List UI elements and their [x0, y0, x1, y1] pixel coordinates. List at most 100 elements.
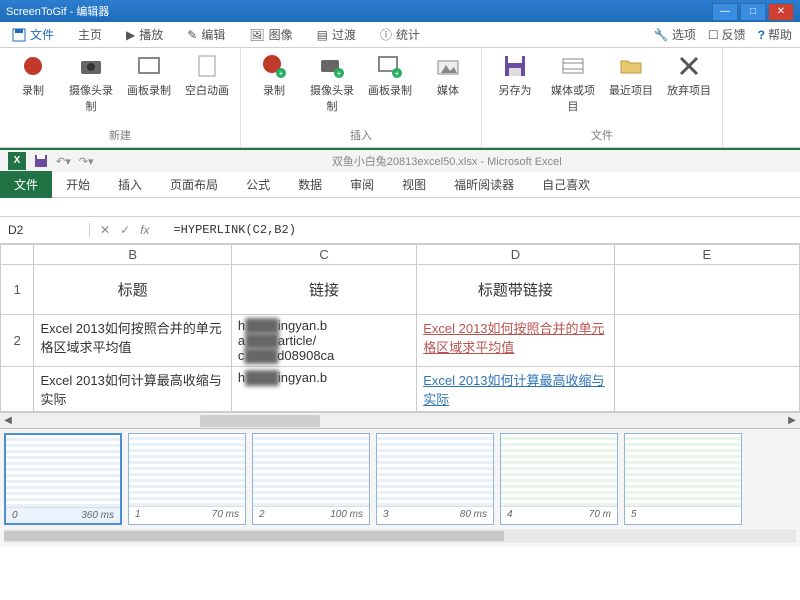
blank-anim-button[interactable]: 空白动画 [182, 52, 232, 114]
scroll-left-icon[interactable]: ◀ [0, 413, 16, 429]
board-plus-icon: + [377, 53, 403, 79]
excel-tab-home[interactable]: 开始 [52, 171, 104, 198]
discard-button[interactable]: 放弃项目 [664, 52, 714, 114]
help-button[interactable]: ? 帮助 [758, 26, 792, 43]
tab-file[interactable]: 文件 [0, 22, 66, 47]
cell-B2[interactable]: Excel 2013如何按照合并的单元格区域求平均值 [34, 315, 231, 367]
scroll-thumb[interactable] [200, 415, 320, 427]
cell-C1[interactable]: 链接 [231, 265, 416, 315]
frame-index: 4 [507, 509, 513, 520]
record-icon [20, 53, 46, 79]
row-header-2[interactable]: 2 [1, 315, 34, 367]
cell-E1[interactable] [614, 265, 799, 315]
horizontal-scrollbar[interactable]: ◀ ▶ [0, 412, 800, 428]
excel-tab-formula[interactable]: 公式 [232, 171, 284, 198]
filmstrip-icon [560, 53, 586, 79]
tab-home[interactable]: 主页 [66, 22, 114, 47]
row-header-3[interactable] [1, 367, 34, 412]
tab-stats[interactable]: ⓘ 统计 [368, 22, 432, 47]
tab-transition[interactable]: ▤ 过渡 [305, 22, 368, 47]
frame-item[interactable]: 170 ms [128, 433, 246, 525]
excel-tab-data[interactable]: 数据 [284, 171, 336, 198]
qat-redo-icon[interactable]: ↷▾ [79, 155, 94, 168]
cell-D1[interactable]: 标题带链接 [417, 265, 614, 315]
col-header-C[interactable]: C [231, 245, 416, 265]
feedback-button[interactable]: ☐ 反馈 [708, 26, 746, 43]
window-titlebar: ScreenToGif - 编辑器 — □ ✕ [0, 0, 800, 22]
qat-undo-icon[interactable]: ↶▾ [56, 155, 71, 168]
formula-input[interactable]: =HYPERLINK(C2,B2) [167, 223, 800, 237]
tab-image[interactable]: 🖼 图像 [237, 22, 304, 47]
gif-tabbar: 文件 主页 ▶ 播放 ✎ 编辑 🖼 图像 ▤ 过渡 ⓘ 统计 🔧 选项 ☐ 反馈… [0, 22, 800, 48]
webcam-record-button[interactable]: 摄像头录制 [66, 52, 116, 114]
frame-item[interactable]: 4 70 m [500, 433, 618, 525]
corner-cell[interactable] [1, 245, 34, 265]
scroll-right-icon[interactable]: ▶ [784, 413, 800, 429]
excel-tab-insert[interactable]: 插入 [104, 171, 156, 198]
ribbon-group-new: 录制 摄像头录制 画板录制 空白动画 新建 [0, 48, 241, 147]
frame-index: 0 [12, 510, 18, 521]
frame-duration: 100 ms [330, 509, 363, 520]
excel-tab-custom[interactable]: 自己喜欢 [528, 171, 604, 198]
mediaproj-button[interactable]: 媒体或项目 [548, 52, 598, 114]
row-header-1[interactable]: 1 [1, 265, 34, 315]
insert-media-button[interactable]: 媒体 [423, 52, 473, 114]
cell-E2[interactable] [614, 315, 799, 367]
excel-tab-foxit[interactable]: 福昕阅读器 [440, 171, 528, 198]
frame-item[interactable]: 5 [624, 433, 742, 525]
cell-E3[interactable] [614, 367, 799, 412]
col-header-B[interactable]: B [34, 245, 231, 265]
close-button[interactable]: ✕ [768, 3, 794, 21]
x-icon [676, 53, 702, 79]
frame-duration: 70 ms [212, 509, 239, 520]
frame-item[interactable]: 2100 ms [252, 433, 370, 525]
window-subtitle: 编辑器 [76, 6, 109, 18]
cell-D2[interactable]: Excel 2013如何按照合并的单元格区域求平均值 [417, 315, 614, 367]
maximize-button[interactable]: □ [740, 3, 766, 21]
frame-item[interactable]: 380 ms [376, 433, 494, 525]
ribbon-group-file: 另存为 媒体或项目 最近项目 放弃项目 文件 [482, 48, 723, 147]
col-header-E[interactable]: E [614, 245, 799, 265]
hyperlink[interactable]: Excel 2013如何按照合并的单元格区域求平均值 [423, 321, 604, 355]
cell-B1[interactable]: 标题 [34, 265, 231, 315]
fx-icon[interactable]: fx [140, 223, 157, 237]
name-box[interactable]: D2 [0, 223, 90, 237]
timeline-thumb[interactable] [4, 531, 504, 541]
frame-duration: 70 m [589, 509, 611, 520]
record-plus-icon: + [261, 53, 287, 79]
recent-button[interactable]: 最近项目 [606, 52, 656, 114]
excel-tab-review[interactable]: 审阅 [336, 171, 388, 198]
excel-tab-layout[interactable]: 页面布局 [156, 171, 232, 198]
saveas-button[interactable]: 另存为 [490, 52, 540, 114]
options-button[interactable]: 🔧 选项 [654, 26, 696, 43]
frame-duration: 80 ms [460, 509, 487, 520]
board-record-button[interactable]: 画板录制 [124, 52, 174, 114]
minimize-button[interactable]: — [712, 3, 738, 21]
frame-item[interactable]: 0360 ms [4, 433, 122, 525]
cell-C3[interactable]: h████ingyan.b [231, 367, 416, 412]
cell-B3[interactable]: Excel 2013如何计算最高收缩与实际 [34, 367, 231, 412]
cancel-formula-icon[interactable]: ✕ [100, 223, 110, 237]
spreadsheet[interactable]: B C D E 1 标题 链接 标题带链接 2 Excel 2013如何按照合并… [0, 244, 800, 412]
frame-thumbnail [253, 434, 369, 506]
qat-save-icon[interactable] [34, 154, 48, 168]
col-header-D[interactable]: D [417, 245, 614, 265]
record-button[interactable]: 录制 [8, 52, 58, 114]
excel-tab-view[interactable]: 视图 [388, 171, 440, 198]
insert-webcam-button[interactable]: +摄像头录制 [307, 52, 357, 114]
timeline-scrollbar[interactable] [4, 529, 796, 543]
accept-formula-icon[interactable]: ✓ [120, 223, 130, 237]
insert-board-button[interactable]: +画板录制 [365, 52, 415, 114]
frame-thumbnail [501, 434, 617, 506]
frame-index: 5 [631, 509, 637, 520]
board-icon [136, 53, 162, 79]
cell-C2[interactable]: h████ingyan.b a████article/ c████d08908c… [231, 315, 416, 367]
app-name: ScreenToGif [6, 6, 67, 18]
frame-thumbnail [625, 434, 741, 506]
tab-edit[interactable]: ✎ 编辑 [175, 22, 237, 47]
excel-tab-file[interactable]: 文件 [0, 171, 52, 198]
hyperlink[interactable]: Excel 2013如何计算最高收缩与实际 [423, 373, 604, 407]
insert-record-button[interactable]: +录制 [249, 52, 299, 114]
cell-D3[interactable]: Excel 2013如何计算最高收缩与实际 [417, 367, 614, 412]
tab-play[interactable]: ▶ 播放 [114, 22, 175, 47]
